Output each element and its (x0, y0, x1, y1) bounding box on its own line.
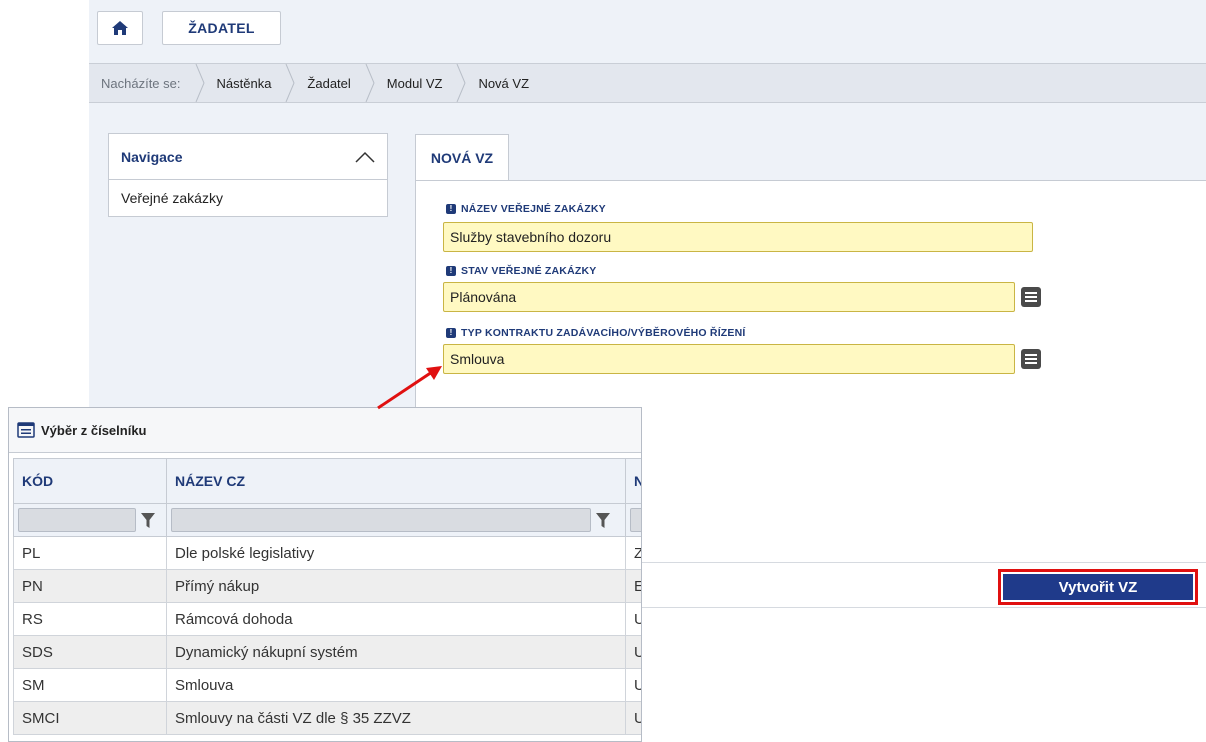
table-row[interactable]: SMCI Smlouvy na části VZ dle § 35 ZZVZ U (13, 701, 641, 735)
cell-n: E (625, 569, 641, 603)
popup-title-bar: Výběr z číselníku (9, 408, 641, 453)
cell-n: Z (625, 536, 641, 570)
breadcrumb-modul-vz[interactable]: Modul VZ (387, 76, 443, 91)
popup-title: Výběr z číselníku (41, 422, 147, 438)
breadcrumb-separator (456, 64, 466, 102)
create-vz-button-highlight: Vytvořit VZ (998, 569, 1198, 605)
filter-row (13, 503, 641, 537)
filter-icon[interactable] (141, 513, 155, 529)
cell-nazev: Dle polské legislativy (166, 536, 626, 570)
cell-nazev: Přímý nákup (166, 569, 626, 603)
field-label-stav: ! STAV VEŘEJNÉ ZAKÁZKY (446, 265, 596, 277)
filter-input-kod[interactable] (18, 508, 155, 532)
filter-icon[interactable] (596, 513, 610, 529)
footer-divider (640, 607, 1206, 608)
typ-input[interactable]: Smlouva (443, 344, 1015, 374)
top-bar: ŽADATEL (89, 0, 1206, 62)
cell-nazev: Rámcová dohoda (166, 602, 626, 636)
exclamation-icon: ! (446, 328, 456, 338)
field-label-typ: ! TYP KONTRAKTU ZADÁVACÍHO/VÝBĚROVÉHO ŘÍ… (446, 327, 746, 339)
column-header-n[interactable]: N (625, 458, 641, 504)
field-label-nazev: ! NÁZEV VEŘEJNÉ ZAKÁZKY (446, 203, 606, 215)
codelist-popup: Výběr z číselníku KÓD NÁZEV CZ N PL (8, 407, 642, 742)
breadcrumb-nastenka[interactable]: Nástěnka (217, 76, 272, 91)
chevron-up-icon[interactable] (355, 151, 375, 163)
breadcrumb-prefix: Nacházíte se: (101, 75, 181, 91)
cell-kod: SM (13, 668, 167, 702)
breadcrumb-zadatel[interactable]: Žadatel (307, 76, 350, 91)
list-icon (1025, 354, 1037, 364)
cell-nazev: Dynamický nákupní systém (166, 635, 626, 669)
cell-kod: PL (13, 536, 167, 570)
navigation-header[interactable]: Navigace (109, 134, 387, 180)
cell-kod: SDS (13, 635, 167, 669)
cell-n: U (625, 668, 641, 702)
field-label-text: TYP KONTRAKTU ZADÁVACÍHO/VÝBĚROVÉHO ŘÍZE… (461, 327, 746, 339)
filter-input-nazev[interactable] (171, 508, 610, 532)
exclamation-icon: ! (446, 204, 456, 214)
nazev-input[interactable]: Služby stavebního dozoru (443, 222, 1033, 252)
breadcrumb: Nacházíte se: Nástěnka Žadatel Modul VZ … (89, 63, 1206, 103)
tab-nova-vz[interactable]: NOVÁ VZ (415, 134, 509, 181)
field-label-text: STAV VEŘEJNÉ ZAKÁZKY (461, 265, 597, 277)
codelist-table: KÓD NÁZEV CZ N PL Dle polské legislativy… (13, 458, 641, 735)
table-row[interactable]: PN Přímý nákup E (13, 569, 641, 603)
create-vz-button[interactable]: Vytvořit VZ (1003, 574, 1193, 600)
navigation-panel: Navigace Veřejné zakázky (108, 133, 388, 217)
cell-kod: RS (13, 602, 167, 636)
navigation-item-verejne-zakazky[interactable]: Veřejné zakázky (109, 180, 387, 216)
navigation-title: Navigace (121, 148, 183, 165)
list-window-icon (17, 422, 35, 438)
breadcrumb-separator (195, 64, 205, 102)
typ-list-button[interactable] (1021, 349, 1041, 369)
breadcrumb-separator (365, 64, 375, 102)
column-header-kod[interactable]: KÓD (13, 458, 167, 504)
cell-kod: PN (13, 569, 167, 603)
column-header-nazev[interactable]: NÁZEV CZ (166, 458, 626, 504)
list-icon (1025, 292, 1037, 302)
cell-n: U (625, 701, 641, 735)
cell-n: U (625, 602, 641, 636)
table-row[interactable]: PL Dle polské legislativy Z (13, 536, 641, 570)
table-row[interactable]: SM Smlouva U (13, 668, 641, 702)
field-label-text: NÁZEV VEŘEJNÉ ZAKÁZKY (461, 203, 606, 215)
breadcrumb-separator (285, 64, 295, 102)
zadatel-button[interactable]: ŽADATEL (162, 11, 281, 45)
table-row[interactable]: SDS Dynamický nákupní systém U (13, 635, 641, 669)
filter-input-n[interactable] (630, 508, 641, 532)
table-row[interactable]: RS Rámcová dohoda U (13, 602, 641, 636)
exclamation-icon: ! (446, 266, 456, 276)
cell-nazev: Smlouva (166, 668, 626, 702)
home-button[interactable] (97, 11, 143, 45)
breadcrumb-nova-vz: Nová VZ (478, 75, 530, 91)
stav-input[interactable]: Plánována (443, 282, 1015, 312)
cell-nazev: Smlouvy na části VZ dle § 35 ZZVZ (166, 701, 626, 735)
home-icon (112, 21, 128, 35)
cell-n: U (625, 635, 641, 669)
stav-list-button[interactable] (1021, 287, 1041, 307)
footer-divider (640, 562, 1206, 563)
cell-kod: SMCI (13, 701, 167, 735)
